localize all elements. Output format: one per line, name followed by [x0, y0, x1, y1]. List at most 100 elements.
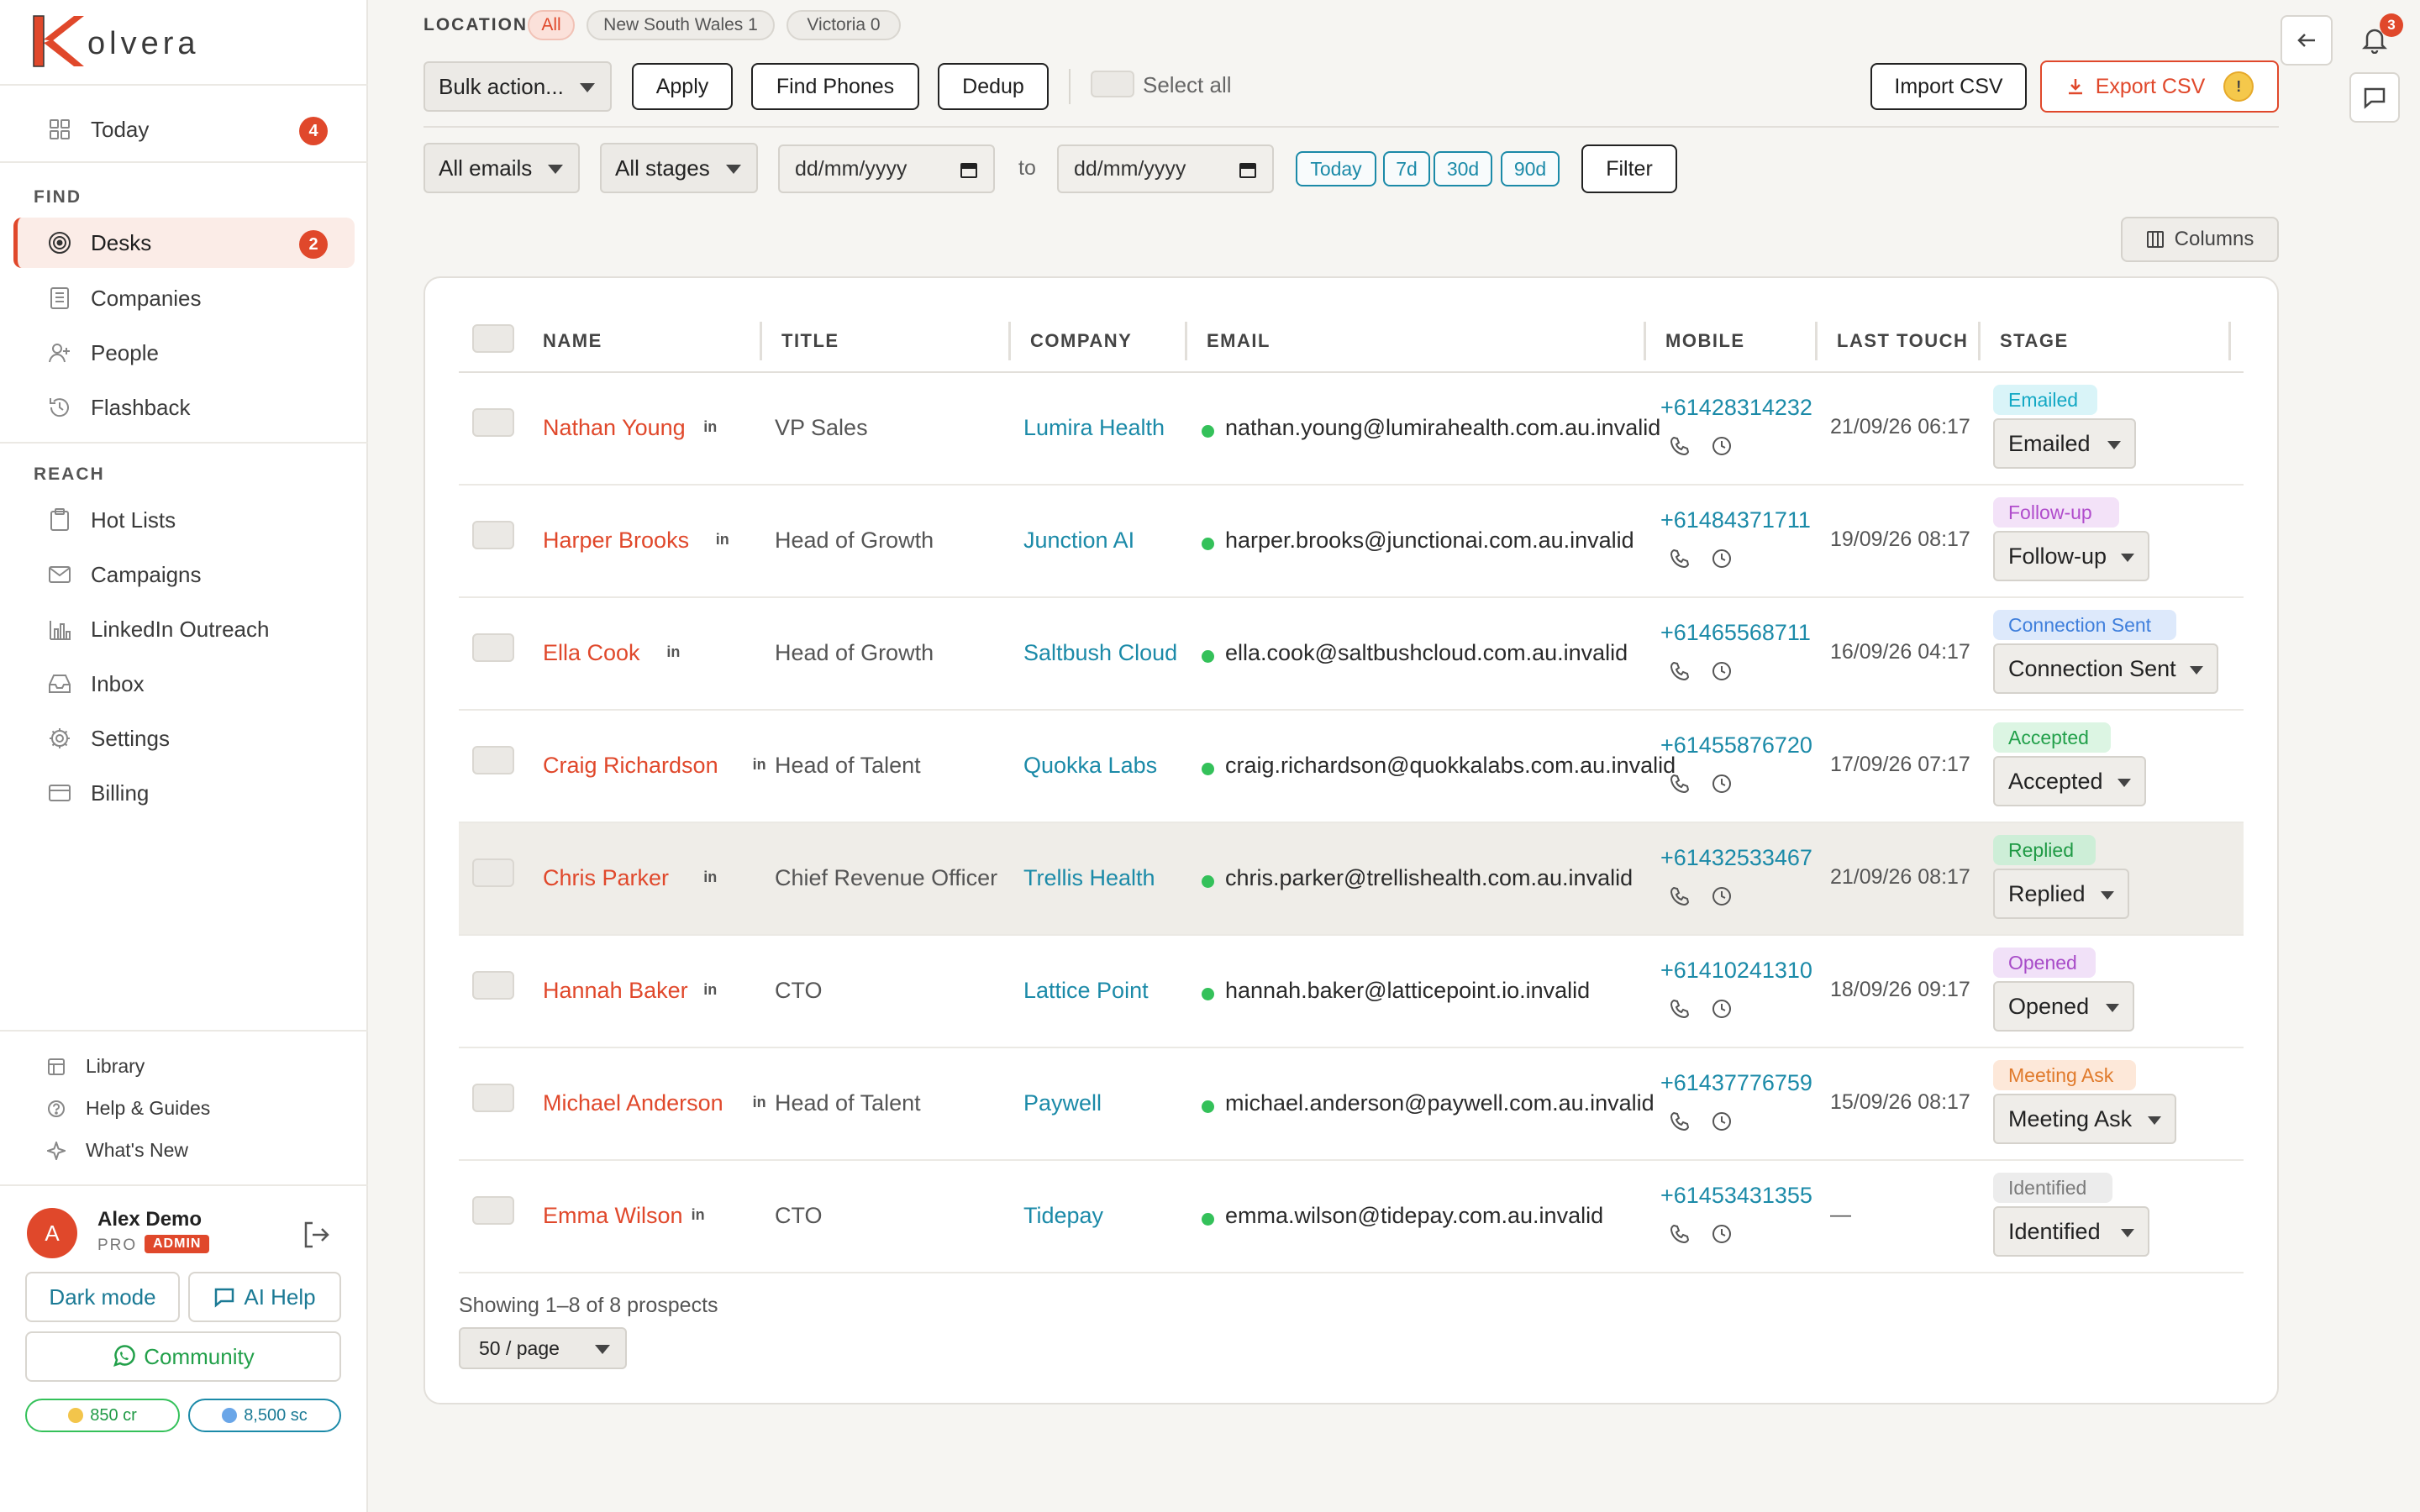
clock-icon[interactable] — [1711, 548, 1733, 570]
prospect-email[interactable]: chris.parker@trellishealth.com.au.invali… — [1225, 865, 1633, 891]
header-stage[interactable]: STAGE — [2000, 330, 2069, 352]
clock-icon[interactable] — [1711, 1223, 1733, 1245]
stage-select[interactable]: Identified — [1993, 1206, 2149, 1257]
phone-icon[interactable] — [1669, 1110, 1691, 1132]
prospect-mobile[interactable]: +61432533467 — [1660, 845, 1812, 871]
nav-companies[interactable]: Companies — [13, 273, 355, 323]
prospect-name[interactable]: Emma Wilson — [543, 1203, 683, 1229]
credits-pill[interactable]: 850 cr — [25, 1399, 180, 1432]
nav-help[interactable]: Help & Guides — [45, 1097, 210, 1120]
table-row[interactable]: Craig Richardson in Head of Talent Quokk… — [459, 711, 2244, 823]
header-title[interactable]: TITLE — [781, 330, 839, 352]
table-row[interactable]: Ella Cook in Head of Growth Saltbush Clo… — [459, 598, 2244, 711]
table-row[interactable]: Michael Anderson in Head of Talent Paywe… — [459, 1048, 2244, 1161]
row-select-checkbox[interactable] — [472, 1084, 514, 1112]
prospect-name[interactable]: Chris Parker — [543, 865, 669, 891]
prospect-name[interactable]: Nathan Young — [543, 415, 686, 441]
prospect-email[interactable]: hannah.baker@latticepoint.io.invalid — [1225, 978, 1590, 1004]
notifications-button[interactable]: 3 — [2349, 13, 2403, 66]
logo[interactable]: olvera — [32, 12, 200, 71]
clock-icon[interactable] — [1711, 1110, 1733, 1132]
prospect-name[interactable]: Michael Anderson — [543, 1090, 723, 1116]
header-select-checkbox[interactable] — [472, 324, 514, 353]
phone-icon[interactable] — [1669, 660, 1691, 682]
prospect-mobile[interactable]: +61428314232 — [1660, 395, 1812, 421]
row-select-checkbox[interactable] — [472, 633, 514, 662]
nav-campaigns[interactable]: Campaigns — [13, 549, 355, 600]
user-profile[interactable]: A Alex Demo PRO ADMIN — [25, 1208, 353, 1258]
find-phones-button[interactable]: Find Phones — [751, 63, 919, 110]
row-select-checkbox[interactable] — [472, 746, 514, 774]
phone-icon[interactable] — [1669, 548, 1691, 570]
filter-button[interactable]: Filter — [1581, 144, 1677, 193]
location-chip-all[interactable]: All — [528, 10, 575, 40]
row-select-checkbox[interactable] — [472, 408, 514, 437]
page-size-select[interactable]: 50 / page — [459, 1327, 627, 1369]
prospect-email[interactable]: ella.cook@saltbushcloud.com.au.invalid — [1225, 640, 1628, 666]
prospect-mobile[interactable]: +61455876720 — [1660, 732, 1812, 759]
header-last-touch[interactable]: LAST TOUCH — [1837, 330, 1968, 352]
phone-icon[interactable] — [1669, 773, 1691, 795]
date-from-input[interactable]: dd/mm/yyyy — [778, 144, 995, 193]
dedup-button[interactable]: Dedup — [938, 63, 1049, 110]
prospect-company[interactable]: Saltbush Cloud — [1023, 640, 1177, 666]
nav-flashback[interactable]: Flashback — [13, 382, 355, 433]
row-select-checkbox[interactable] — [472, 971, 514, 1000]
prospect-company[interactable]: Lattice Point — [1023, 978, 1149, 1004]
nav-hot-lists[interactable]: Hot Lists — [13, 495, 355, 545]
prospect-mobile[interactable]: +61410241310 — [1660, 958, 1812, 984]
select-all-label[interactable]: Select all — [1143, 72, 1232, 98]
row-select-checkbox[interactable] — [472, 521, 514, 549]
linkedin-icon[interactable]: in — [692, 1206, 705, 1224]
select-all-checkbox[interactable] — [1091, 71, 1134, 97]
linkedin-icon[interactable]: in — [703, 869, 717, 886]
stage-select[interactable]: Opened — [1993, 981, 2134, 1032]
import-csv-button[interactable]: Import CSV — [1870, 63, 2027, 110]
table-row[interactable]: Emma Wilson in CTO Tidepay emma.wilson@t… — [459, 1161, 2244, 1273]
ai-help-button[interactable]: AI Help — [188, 1272, 341, 1322]
linkedin-icon[interactable]: in — [666, 643, 680, 661]
column-resize-handle[interactable] — [2228, 322, 2231, 360]
logout-icon[interactable] — [301, 1220, 331, 1250]
nav-people[interactable]: People — [13, 328, 355, 378]
nav-today[interactable]: Today 4 — [13, 104, 355, 155]
column-resize-handle[interactable] — [1644, 322, 1646, 360]
prospect-email[interactable]: craig.richardson@quokkalabs.com.au.inval… — [1225, 753, 1676, 779]
prospect-email[interactable]: emma.wilson@tidepay.com.au.invalid — [1225, 1203, 1603, 1229]
prospect-name[interactable]: Harper Brooks — [543, 528, 689, 554]
linkedin-icon[interactable]: in — [753, 756, 766, 774]
column-resize-handle[interactable] — [1978, 322, 1981, 360]
row-select-checkbox[interactable] — [472, 1196, 514, 1225]
linkedin-icon[interactable]: in — [703, 418, 717, 436]
dark-mode-button[interactable]: Dark mode — [25, 1272, 180, 1322]
table-row[interactable]: Harper Brooks in Head of Growth Junction… — [459, 486, 2244, 598]
export-csv-button[interactable]: Export CSV ! — [2040, 60, 2279, 113]
prospect-email[interactable]: harper.brooks@junctionai.com.au.invalid — [1225, 528, 1634, 554]
location-chip-nsw[interactable]: New South Wales 1 — [587, 10, 775, 40]
header-email[interactable]: EMAIL — [1207, 330, 1270, 352]
table-row[interactable]: Hannah Baker in CTO Lattice Point hannah… — [459, 936, 2244, 1048]
column-resize-handle[interactable] — [1815, 322, 1818, 360]
prospect-name[interactable]: Hannah Baker — [543, 978, 688, 1004]
prospect-mobile[interactable]: +61437776759 — [1660, 1070, 1812, 1096]
stage-select[interactable]: Meeting Ask — [1993, 1094, 2176, 1144]
row-select-checkbox[interactable] — [472, 858, 514, 887]
quick-range-7d[interactable]: 7d — [1383, 151, 1430, 186]
prospect-company[interactable]: Junction AI — [1023, 528, 1134, 554]
linkedin-icon[interactable]: in — [703, 981, 717, 999]
nav-settings[interactable]: Settings — [13, 713, 355, 764]
back-button[interactable] — [2281, 15, 2333, 66]
prospect-mobile[interactable]: +61465568711 — [1660, 620, 1811, 646]
stage-filter-select[interactable]: All stages — [600, 143, 758, 193]
nav-billing[interactable]: Billing — [13, 768, 355, 818]
prospect-company[interactable]: Quokka Labs — [1023, 753, 1157, 779]
chat-button[interactable] — [2349, 72, 2400, 123]
date-to-input[interactable]: dd/mm/yyyy — [1057, 144, 1274, 193]
clock-icon[interactable] — [1711, 773, 1733, 795]
header-name[interactable]: NAME — [543, 330, 602, 352]
prospect-company[interactable]: Paywell — [1023, 1090, 1102, 1116]
clock-icon[interactable] — [1711, 435, 1733, 457]
prospect-name[interactable]: Craig Richardson — [543, 753, 718, 779]
prospect-mobile[interactable]: +61453431355 — [1660, 1183, 1812, 1209]
apply-button[interactable]: Apply — [632, 63, 733, 110]
